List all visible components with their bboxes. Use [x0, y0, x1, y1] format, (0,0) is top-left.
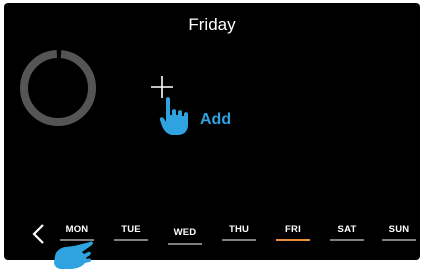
- day-label: MON: [65, 224, 89, 235]
- day-tab-thu[interactable]: THU: [220, 221, 258, 249]
- day-label: SAT: [337, 224, 357, 235]
- day-tab-fri[interactable]: FRI: [274, 221, 312, 249]
- day-label: FRI: [285, 224, 301, 235]
- day-underline: [222, 239, 256, 241]
- day-label: WED: [173, 227, 197, 238]
- day-tab-wed[interactable]: WED: [166, 221, 204, 249]
- pointing-hand-icon: [54, 241, 93, 269]
- day-selector: MON TUE WED THU FRI SAT SUN: [58, 221, 418, 249]
- add-label: Add: [200, 111, 232, 128]
- day-label: SUN: [388, 224, 410, 235]
- add-button[interactable]: Add: [150, 75, 250, 137]
- day-tab-sun[interactable]: SUN: [380, 221, 418, 249]
- day-underline: [114, 239, 148, 241]
- day-underline: [276, 239, 310, 241]
- day-tab-sat[interactable]: SAT: [328, 221, 366, 249]
- progress-ring-track: [20, 50, 96, 126]
- day-label: THU: [228, 224, 250, 235]
- day-tab-tue[interactable]: TUE: [112, 221, 150, 249]
- day-label: TUE: [121, 224, 141, 235]
- pointing-hand-icon: [159, 97, 188, 135]
- day-underline: [382, 239, 416, 241]
- day-underline: [168, 243, 202, 245]
- day-underline: [330, 239, 364, 241]
- chevron-left-icon[interactable]: [28, 221, 50, 247]
- page-title: Friday: [188, 15, 236, 34]
- app-screen: Friday Add MON TUE WED THU FRI SAT SUN: [4, 3, 420, 260]
- progress-ring: [19, 49, 97, 127]
